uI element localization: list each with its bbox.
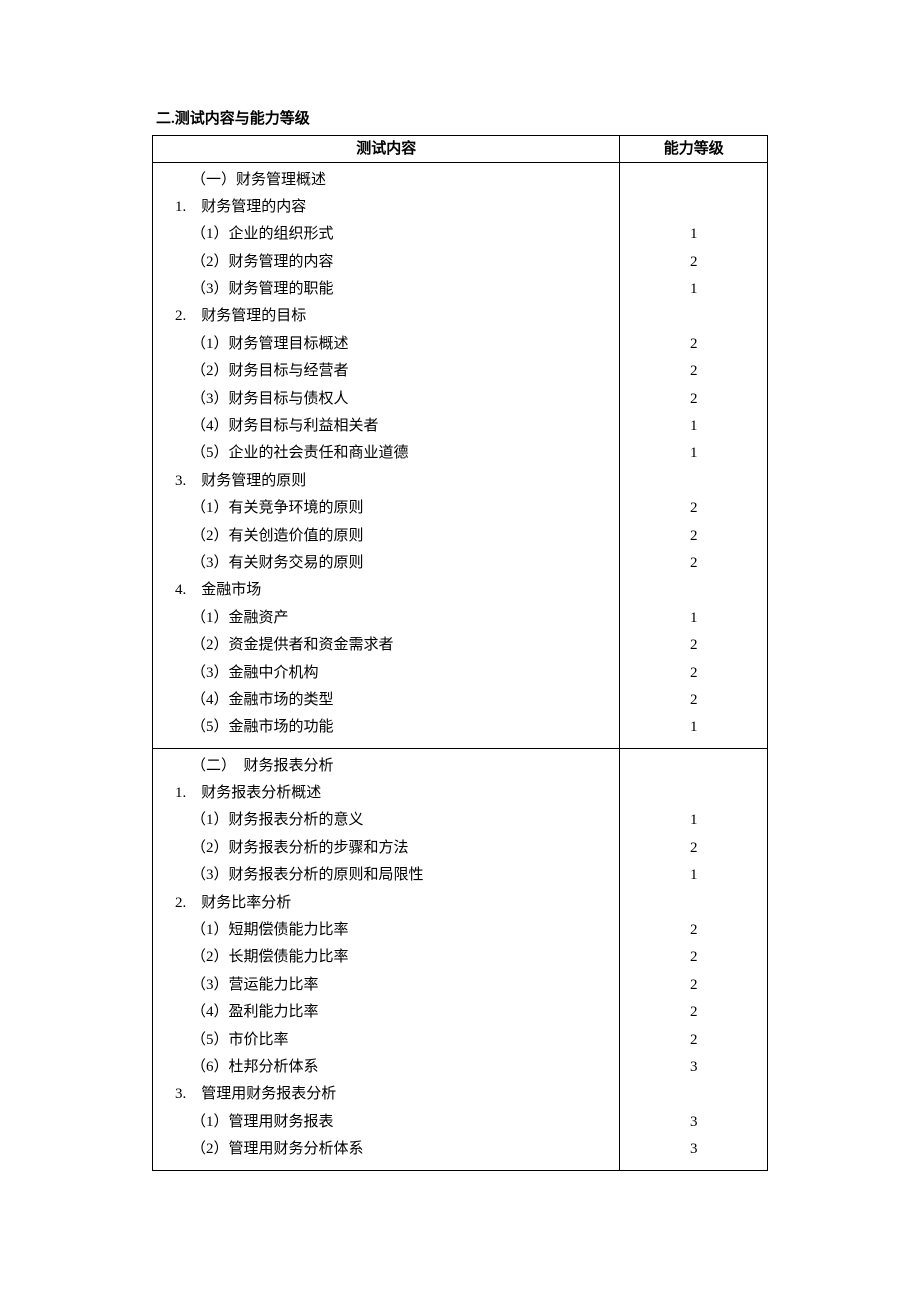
content-line: 1. 财务管理的内容: [191, 194, 611, 221]
level-line: [620, 780, 767, 807]
level-line: [620, 577, 767, 604]
level-line: 2: [620, 550, 767, 577]
table-row: （二） 财务报表分析1. 财务报表分析概述（1）财务报表分析的意义（2）财务报表…: [153, 748, 768, 1170]
level-line: 2: [620, 386, 767, 413]
content-line: （1）管理用财务报表: [191, 1109, 611, 1136]
level-line: 2: [620, 835, 767, 862]
level-line: 2: [620, 495, 767, 522]
level-cell: 121 22211 222 12221: [620, 162, 768, 748]
level-line: 1: [620, 221, 767, 248]
content-line: （5）市价比率: [191, 1027, 611, 1054]
content-line: （二） 财务报表分析: [191, 753, 611, 780]
content-line: （1）短期偿债能力比率: [191, 917, 611, 944]
level-line: 2: [620, 944, 767, 971]
level-line: [620, 753, 767, 780]
content-line: （2）资金提供者和资金需求者: [191, 632, 611, 659]
content-line: 1. 财务报表分析概述: [191, 780, 611, 807]
content-line: （4）财务目标与利益相关者: [191, 413, 611, 440]
level-line: 2: [620, 660, 767, 687]
table-header-row: 测试内容 能力等级: [153, 135, 768, 162]
content-table: 测试内容 能力等级 （一）财务管理概述1. 财务管理的内容（1）企业的组织形式（…: [152, 135, 768, 1171]
content-line: 3. 财务管理的原则: [191, 468, 611, 495]
level-line: 3: [620, 1054, 767, 1081]
content-line: （3）财务目标与债权人: [191, 386, 611, 413]
level-line: 1: [620, 807, 767, 834]
content-line: （1）财务管理目标概述: [191, 331, 611, 358]
level-line: [620, 1081, 767, 1108]
table-row: （一）财务管理概述1. 财务管理的内容（1）企业的组织形式（2）财务管理的内容（…: [153, 162, 768, 748]
content-line: （3）金融中介机构: [191, 660, 611, 687]
level-line: [620, 890, 767, 917]
level-line: 2: [620, 523, 767, 550]
content-cell: （一）财务管理概述1. 财务管理的内容（1）企业的组织形式（2）财务管理的内容（…: [153, 162, 620, 748]
level-line: 1: [620, 413, 767, 440]
level-line: 2: [620, 917, 767, 944]
content-line: （5）金融市场的功能: [191, 714, 611, 741]
content-line: （6）杜邦分析体系: [191, 1054, 611, 1081]
level-cell: 121 222223 33: [620, 748, 768, 1170]
content-line: （1）企业的组织形式: [191, 221, 611, 248]
header-level: 能力等级: [620, 135, 768, 162]
level-line: [620, 194, 767, 221]
level-line: 2: [620, 632, 767, 659]
content-line: （2）财务报表分析的步骤和方法: [191, 835, 611, 862]
content-line: （一）财务管理概述: [191, 167, 611, 194]
level-line: 3: [620, 1136, 767, 1163]
level-line: 2: [620, 331, 767, 358]
level-line: 2: [620, 1027, 767, 1054]
content-line: 2. 财务管理的目标: [191, 303, 611, 330]
content-line: 3. 管理用财务报表分析: [191, 1081, 611, 1108]
content-line: 4. 金融市场: [191, 577, 611, 604]
content-line: （2）财务目标与经营者: [191, 358, 611, 385]
level-line: [620, 303, 767, 330]
content-line: （3）有关财务交易的原则: [191, 550, 611, 577]
content-line: （3）财务报表分析的原则和局限性: [191, 862, 611, 889]
level-line: 2: [620, 249, 767, 276]
level-line: 1: [620, 276, 767, 303]
header-content: 测试内容: [153, 135, 620, 162]
content-line: （2）管理用财务分析体系: [191, 1136, 611, 1163]
level-line: 2: [620, 358, 767, 385]
document-page: 二.测试内容与能力等级 测试内容 能力等级 （一）财务管理概述1. 财务管理的内…: [0, 0, 920, 1302]
level-line: 1: [620, 714, 767, 741]
level-line: [620, 167, 767, 194]
content-line: 2. 财务比率分析: [191, 890, 611, 917]
content-line: （1）有关竞争环境的原则: [191, 495, 611, 522]
content-line: （2）有关创造价值的原则: [191, 523, 611, 550]
content-line: （5）企业的社会责任和商业道德: [191, 440, 611, 467]
content-line: （3）营运能力比率: [191, 972, 611, 999]
level-line: [620, 468, 767, 495]
content-line: （1）财务报表分析的意义: [191, 807, 611, 834]
content-line: （4）盈利能力比率: [191, 999, 611, 1026]
table-body: （一）财务管理概述1. 财务管理的内容（1）企业的组织形式（2）财务管理的内容（…: [153, 162, 768, 1170]
level-line: 1: [620, 605, 767, 632]
content-line: （1）金融资产: [191, 605, 611, 632]
content-line: （2）长期偿债能力比率: [191, 944, 611, 971]
content-line: （4）金融市场的类型: [191, 687, 611, 714]
level-line: 1: [620, 862, 767, 889]
level-line: 2: [620, 687, 767, 714]
section-title: 二.测试内容与能力等级: [156, 108, 768, 131]
content-line: （2）财务管理的内容: [191, 249, 611, 276]
level-line: 1: [620, 440, 767, 467]
content-cell: （二） 财务报表分析1. 财务报表分析概述（1）财务报表分析的意义（2）财务报表…: [153, 748, 620, 1170]
level-line: 2: [620, 972, 767, 999]
content-line: （3）财务管理的职能: [191, 276, 611, 303]
level-line: 2: [620, 999, 767, 1026]
level-line: 3: [620, 1109, 767, 1136]
